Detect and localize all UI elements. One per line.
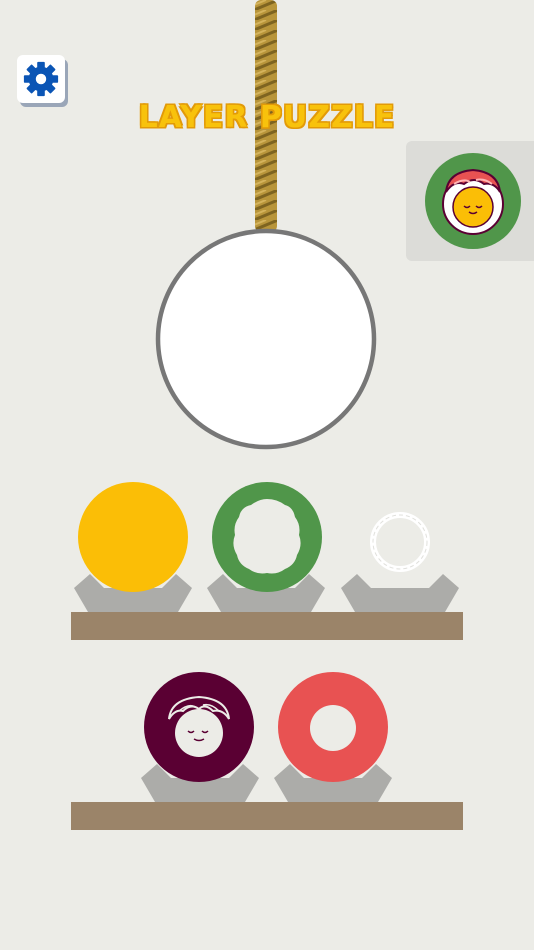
- yellow-disc[interactable]: [77, 481, 189, 593]
- game-title: LAYER PUZZLE: [138, 100, 396, 135]
- gear-icon: [23, 61, 59, 97]
- settings-button[interactable]: [17, 55, 65, 103]
- assembly-plate[interactable]: [155, 228, 377, 450]
- coral-ring[interactable]: [277, 671, 389, 783]
- white-rice-ring[interactable]: [344, 481, 456, 593]
- shelf-bottom: [71, 802, 463, 830]
- maroon-disc-with-face[interactable]: [143, 671, 255, 783]
- shelf-top: [71, 612, 463, 640]
- sushi-target-icon: [425, 153, 521, 249]
- green-ring[interactable]: [211, 481, 323, 593]
